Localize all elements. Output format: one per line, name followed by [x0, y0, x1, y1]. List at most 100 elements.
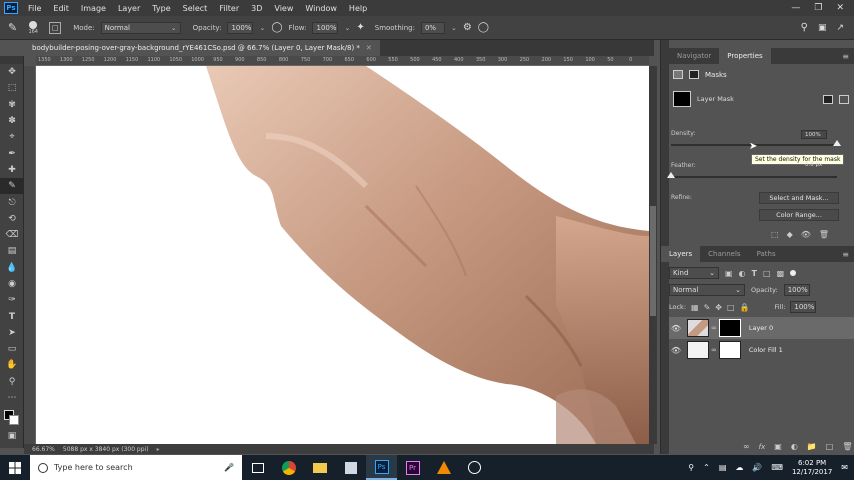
clock[interactable]: 6:02 PM 12/17/2017: [792, 459, 832, 477]
menu-3d[interactable]: 3D: [245, 4, 268, 13]
menu-file[interactable]: File: [22, 4, 47, 13]
file-explorer-icon[interactable]: [304, 455, 335, 480]
load-selection-icon[interactable]: ⬚: [771, 230, 779, 239]
task-view-icon[interactable]: [242, 455, 273, 480]
workspace-icon[interactable]: ▣: [818, 22, 827, 33]
brush-tool-icon[interactable]: ✎: [0, 178, 24, 195]
chrome-icon[interactable]: [273, 455, 304, 480]
more-tools-icon[interactable]: ⋯: [0, 390, 24, 406]
delete-layer-icon[interactable]: 🗑: [842, 442, 852, 451]
visibility-eye-icon[interactable]: 👁: [669, 324, 683, 333]
brush-tool-icon[interactable]: ✎: [8, 21, 17, 34]
background-color-swatch[interactable]: [9, 415, 19, 426]
filter-adjustment-icon[interactable]: ◐: [739, 269, 746, 278]
premiere-icon[interactable]: Pr: [397, 455, 428, 480]
feather-slider-knob[interactable]: [667, 172, 675, 178]
lock-position-icon[interactable]: ✥: [715, 303, 722, 312]
blur-tool-icon[interactable]: 💧: [0, 260, 24, 276]
pen-tool-icon[interactable]: ✑: [0, 292, 24, 308]
hand-tool-icon[interactable]: ✋: [0, 357, 24, 373]
smoothing-field[interactable]: 0%: [420, 21, 445, 34]
layer-opacity-field[interactable]: 100%: [783, 284, 810, 296]
blend-mode-select[interactable]: Normal ⌄: [669, 284, 745, 296]
menu-edit[interactable]: Edit: [47, 4, 75, 13]
tab-channels[interactable]: Channels: [700, 246, 748, 262]
menu-window[interactable]: Window: [299, 4, 343, 13]
shape-tool-icon[interactable]: ▭: [0, 341, 24, 357]
menu-filter[interactable]: Filter: [213, 4, 245, 13]
scrollbar-thumb[interactable]: [650, 206, 656, 316]
document-tab[interactable]: bodybuilder-posing-over-gray-background_…: [24, 40, 380, 56]
tab-properties[interactable]: Properties: [719, 48, 771, 64]
path-selection-tool-icon[interactable]: ➤: [0, 325, 24, 341]
status-menu-icon[interactable]: ▸: [157, 446, 160, 453]
fill-field[interactable]: 100%: [790, 301, 817, 313]
color-fill-mask-thumbnail[interactable]: [718, 341, 741, 359]
filter-toggle-icon[interactable]: [790, 270, 797, 276]
brush-preset-picker[interactable]: 164: [23, 20, 43, 35]
lock-image-icon[interactable]: ✎: [704, 303, 711, 312]
gear-icon[interactable]: ⚙: [463, 22, 472, 33]
zoom-level[interactable]: 66.67%: [32, 446, 55, 453]
marquee-tool-icon[interactable]: ⬚: [0, 80, 24, 96]
horizontal-ruler[interactable]: 1350 1300 1250 1200 1150 1100 1050 1000 950 900 85…: [36, 56, 649, 66]
lock-all-icon[interactable]: 🔒: [740, 303, 750, 312]
windows-start-icon[interactable]: [0, 455, 30, 480]
pixel-mask-icon[interactable]: [673, 70, 683, 79]
taskbar-search-box[interactable]: Type here to search 🎤: [30, 455, 242, 480]
fx-icon[interactable]: fx: [759, 443, 766, 451]
layer-0-mask-thumbnail[interactable]: [718, 319, 741, 337]
history-brush-tool-icon[interactable]: ⟲: [0, 211, 24, 227]
quick-select-tool-icon[interactable]: ✽: [0, 113, 24, 129]
eraser-tool-icon[interactable]: ⌫: [0, 227, 24, 243]
density-field[interactable]: 100%: [801, 130, 827, 139]
vertical-scrollbar[interactable]: [649, 66, 657, 444]
add-vector-mask-icon[interactable]: [839, 94, 849, 104]
filter-smart-object-icon[interactable]: ▩: [777, 269, 785, 278]
menu-type[interactable]: Type: [146, 4, 176, 13]
dodge-tool-icon[interactable]: ◉: [0, 276, 24, 292]
vector-mask-icon[interactable]: [689, 70, 699, 79]
chevron-up-icon[interactable]: ⌃: [703, 463, 710, 472]
select-pixel-mask-icon[interactable]: [823, 94, 833, 104]
toolbar-grip[interactable]: [0, 56, 23, 64]
tab-layers[interactable]: Layers: [661, 246, 701, 262]
link-icon[interactable]: ∞: [711, 346, 717, 354]
eyedropper-tool-icon[interactable]: ✒: [0, 145, 24, 161]
layer-row-layer-0[interactable]: 👁 ∞ Layer 0: [669, 317, 854, 339]
share-icon[interactable]: ↗: [836, 22, 844, 33]
type-tool-icon[interactable]: T: [0, 308, 24, 324]
zoom-tool-icon[interactable]: ⚲: [0, 374, 24, 390]
pressure-opacity-icon[interactable]: ◯: [271, 22, 282, 33]
lasso-tool-icon[interactable]: ✾: [0, 97, 24, 113]
opacity-field[interactable]: 100%: [227, 21, 254, 34]
gradient-tool-icon[interactable]: ▤: [0, 243, 24, 259]
visibility-eye-icon[interactable]: 👁: [669, 346, 683, 355]
add-mask-icon[interactable]: ▣: [774, 442, 782, 451]
kind-filter-select[interactable]: Kind ⌄: [669, 267, 719, 279]
lock-transparent-icon[interactable]: ▦: [691, 303, 699, 312]
flow-dropdown-icon[interactable]: ⌄: [344, 24, 350, 32]
visibility-eye-icon[interactable]: 👁: [801, 230, 811, 239]
filter-pixel-icon[interactable]: ▣: [725, 269, 733, 278]
menu-select[interactable]: Select: [177, 4, 214, 13]
close-tab-icon[interactable]: ✕: [366, 44, 372, 52]
apply-mask-icon[interactable]: ◆: [787, 230, 793, 239]
new-group-icon[interactable]: 📁: [807, 442, 817, 451]
app-globe-icon[interactable]: [459, 455, 490, 480]
healing-brush-tool-icon[interactable]: ✚: [0, 162, 24, 178]
brush-settings-icon[interactable]: □: [49, 21, 62, 34]
notifications-icon[interactable]: ✉: [841, 463, 848, 472]
panel-menu-icon[interactable]: ≡: [842, 52, 854, 61]
link-layers-icon[interactable]: ∞: [743, 442, 750, 451]
keyboard-icon[interactable]: ⌨: [771, 463, 783, 472]
mode-select[interactable]: Normal ⌄: [100, 21, 181, 34]
lock-artboard-icon[interactable]: □: [727, 303, 735, 312]
airbrush-icon[interactable]: ✦: [356, 22, 364, 33]
menu-layer[interactable]: Layer: [112, 4, 146, 13]
microphone-icon[interactable]: 🎤: [224, 463, 234, 472]
layers-menu-icon[interactable]: ≡: [842, 250, 854, 259]
new-layer-icon[interactable]: □: [826, 442, 834, 451]
restore-icon[interactable]: ❐: [814, 3, 822, 13]
menu-help[interactable]: Help: [343, 4, 373, 13]
